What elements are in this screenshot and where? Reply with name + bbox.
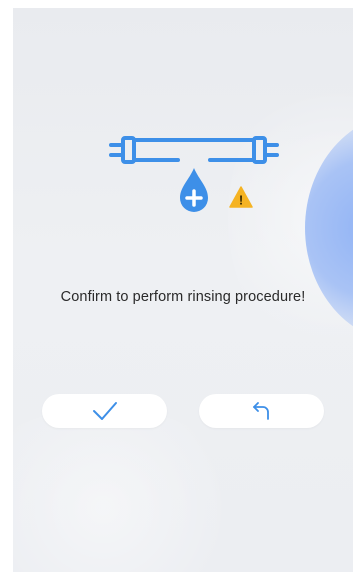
confirm-button[interactable] xyxy=(42,394,167,428)
rinse-confirm-screen: ! Confirm to perform rinsing procedure! xyxy=(13,8,353,572)
undo-arrow-icon xyxy=(252,402,269,420)
warning-icon: ! xyxy=(229,186,253,208)
svg-text:!: ! xyxy=(239,193,243,208)
background-glow-bottom xyxy=(13,408,253,572)
water-pipe-rinse-icon xyxy=(109,136,279,212)
back-button[interactable] xyxy=(199,394,324,428)
check-icon xyxy=(92,402,117,420)
confirm-message: Confirm to perform rinsing procedure! xyxy=(60,289,306,305)
